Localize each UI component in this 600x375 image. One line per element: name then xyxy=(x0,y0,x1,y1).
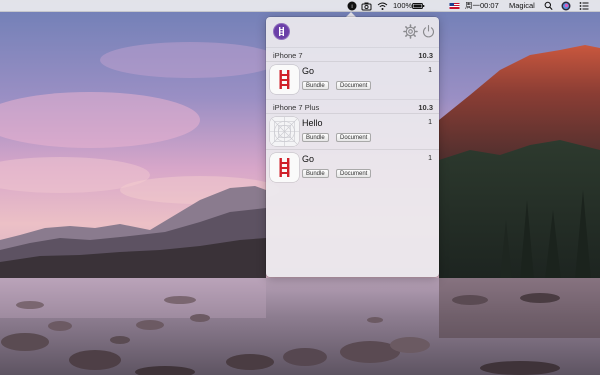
app-name: Go xyxy=(302,66,315,76)
menu-bar: i 100% 周一00:07 Magical xyxy=(0,0,600,12)
notification-center-icon[interactable] xyxy=(579,1,589,11)
bundle-button[interactable]: Bundle xyxy=(302,133,329,142)
bundle-button[interactable]: Bundle xyxy=(302,169,329,178)
app-count: 1 xyxy=(428,67,432,74)
siri-icon[interactable] xyxy=(561,1,571,11)
bundle-button[interactable]: Bundle xyxy=(302,81,329,90)
device-name: iPhone 7 xyxy=(273,51,303,60)
app-count: 1 xyxy=(428,155,432,162)
search-icon[interactable] xyxy=(544,1,553,11)
app-name: Go xyxy=(302,154,315,164)
camera-icon[interactable] xyxy=(361,1,372,11)
app-row[interactable]: Hello 1 Bundle Document xyxy=(266,113,439,149)
document-button[interactable]: Document xyxy=(336,169,372,178)
device-section-header: iPhone 7 Plus 10.3 xyxy=(266,99,439,113)
app-count: 1 xyxy=(428,119,432,126)
flag-icon[interactable] xyxy=(449,1,460,11)
ios-version: 10.3 xyxy=(418,103,433,112)
ios-version: 10.3 xyxy=(418,51,433,60)
svg-text:i: i xyxy=(351,4,352,10)
battery-percent: 100% xyxy=(393,1,413,10)
ladder-icon xyxy=(270,153,299,182)
device-section-header: iPhone 7 10.3 xyxy=(266,47,439,61)
app-row[interactable]: Go 1 Bundle Document xyxy=(266,61,439,97)
document-button[interactable]: Document xyxy=(336,133,372,142)
wifi-icon[interactable] xyxy=(377,1,388,11)
app-status-icon[interactable]: i xyxy=(347,1,357,11)
battery-icon[interactable] xyxy=(412,1,425,11)
simulator-popover: iPhone 7 10.3 Go 1 Bundle Document iPhon… xyxy=(266,17,439,277)
app-logo-icon xyxy=(273,23,290,40)
ladder-icon xyxy=(270,65,299,94)
power-icon[interactable] xyxy=(421,24,436,39)
document-button[interactable]: Document xyxy=(336,81,372,90)
app-row[interactable]: Go 1 Bundle Document xyxy=(266,149,439,185)
gear-icon[interactable] xyxy=(403,24,418,39)
clock[interactable]: 周一00:07 xyxy=(465,1,499,11)
placeholder-grid-icon xyxy=(270,117,299,146)
app-name: Hello xyxy=(302,118,323,128)
popover-header xyxy=(266,17,439,45)
device-name: iPhone 7 Plus xyxy=(273,103,320,112)
user-name[interactable]: Magical xyxy=(509,1,535,11)
